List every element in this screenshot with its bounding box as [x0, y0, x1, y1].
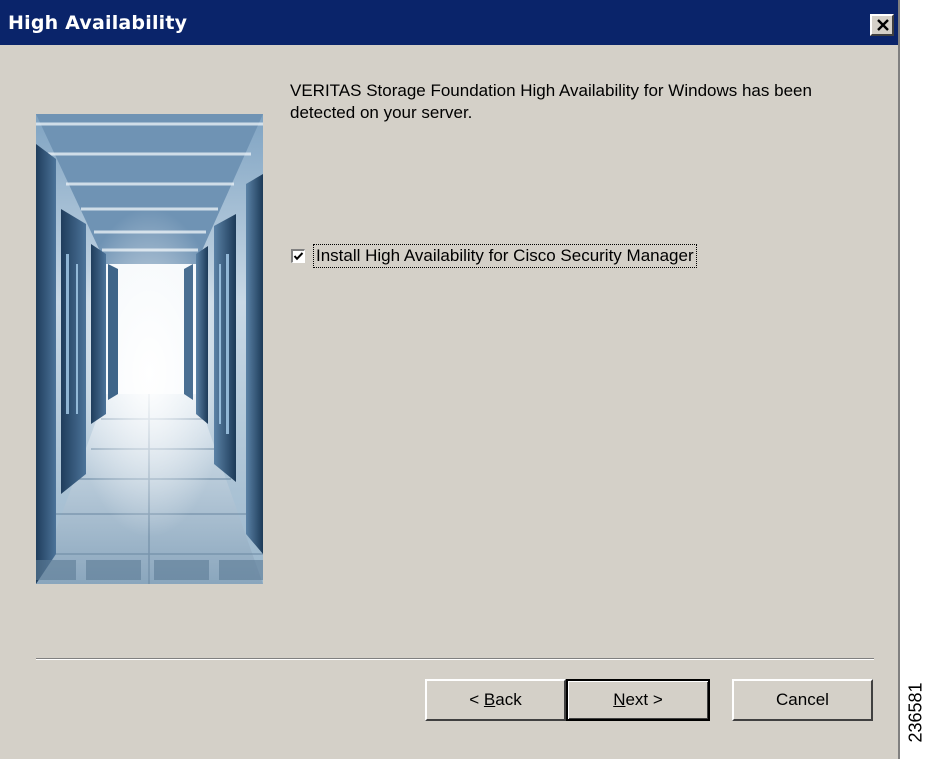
dialog-window: High Availability VERITAS Storage Founda…: [0, 0, 900, 759]
next-button-rest: ext >: [625, 690, 663, 709]
close-icon: [877, 19, 889, 31]
title-bar[interactable]: High Availability: [0, 0, 898, 45]
install-ha-option[interactable]: Install High Availability for Cisco Secu…: [291, 244, 697, 268]
button-separator: [36, 658, 874, 660]
server-room-image: [36, 114, 263, 584]
checkmark-icon: [293, 252, 304, 261]
back-button-rest: ack: [495, 690, 522, 709]
detection-message: VERITAS Storage Foundation High Availabi…: [290, 81, 812, 122]
cancel-button-label: Cancel: [776, 690, 829, 709]
install-ha-checkbox[interactable]: [291, 249, 305, 263]
figure-id: 236581: [906, 680, 926, 750]
next-button-mnemonic: N: [613, 690, 626, 709]
close-button[interactable]: [870, 14, 894, 36]
window-title: High Availability: [8, 12, 188, 34]
install-ha-label[interactable]: Install High Availability for Cisco Secu…: [313, 244, 697, 268]
back-button-mnemonic: B: [483, 690, 496, 709]
back-button[interactable]: < Back: [425, 679, 566, 721]
figure-id-text: 236581: [905, 682, 926, 743]
cancel-button[interactable]: Cancel: [732, 679, 873, 721]
back-button-prefix: <: [469, 690, 484, 709]
next-button[interactable]: Next >: [566, 679, 710, 721]
